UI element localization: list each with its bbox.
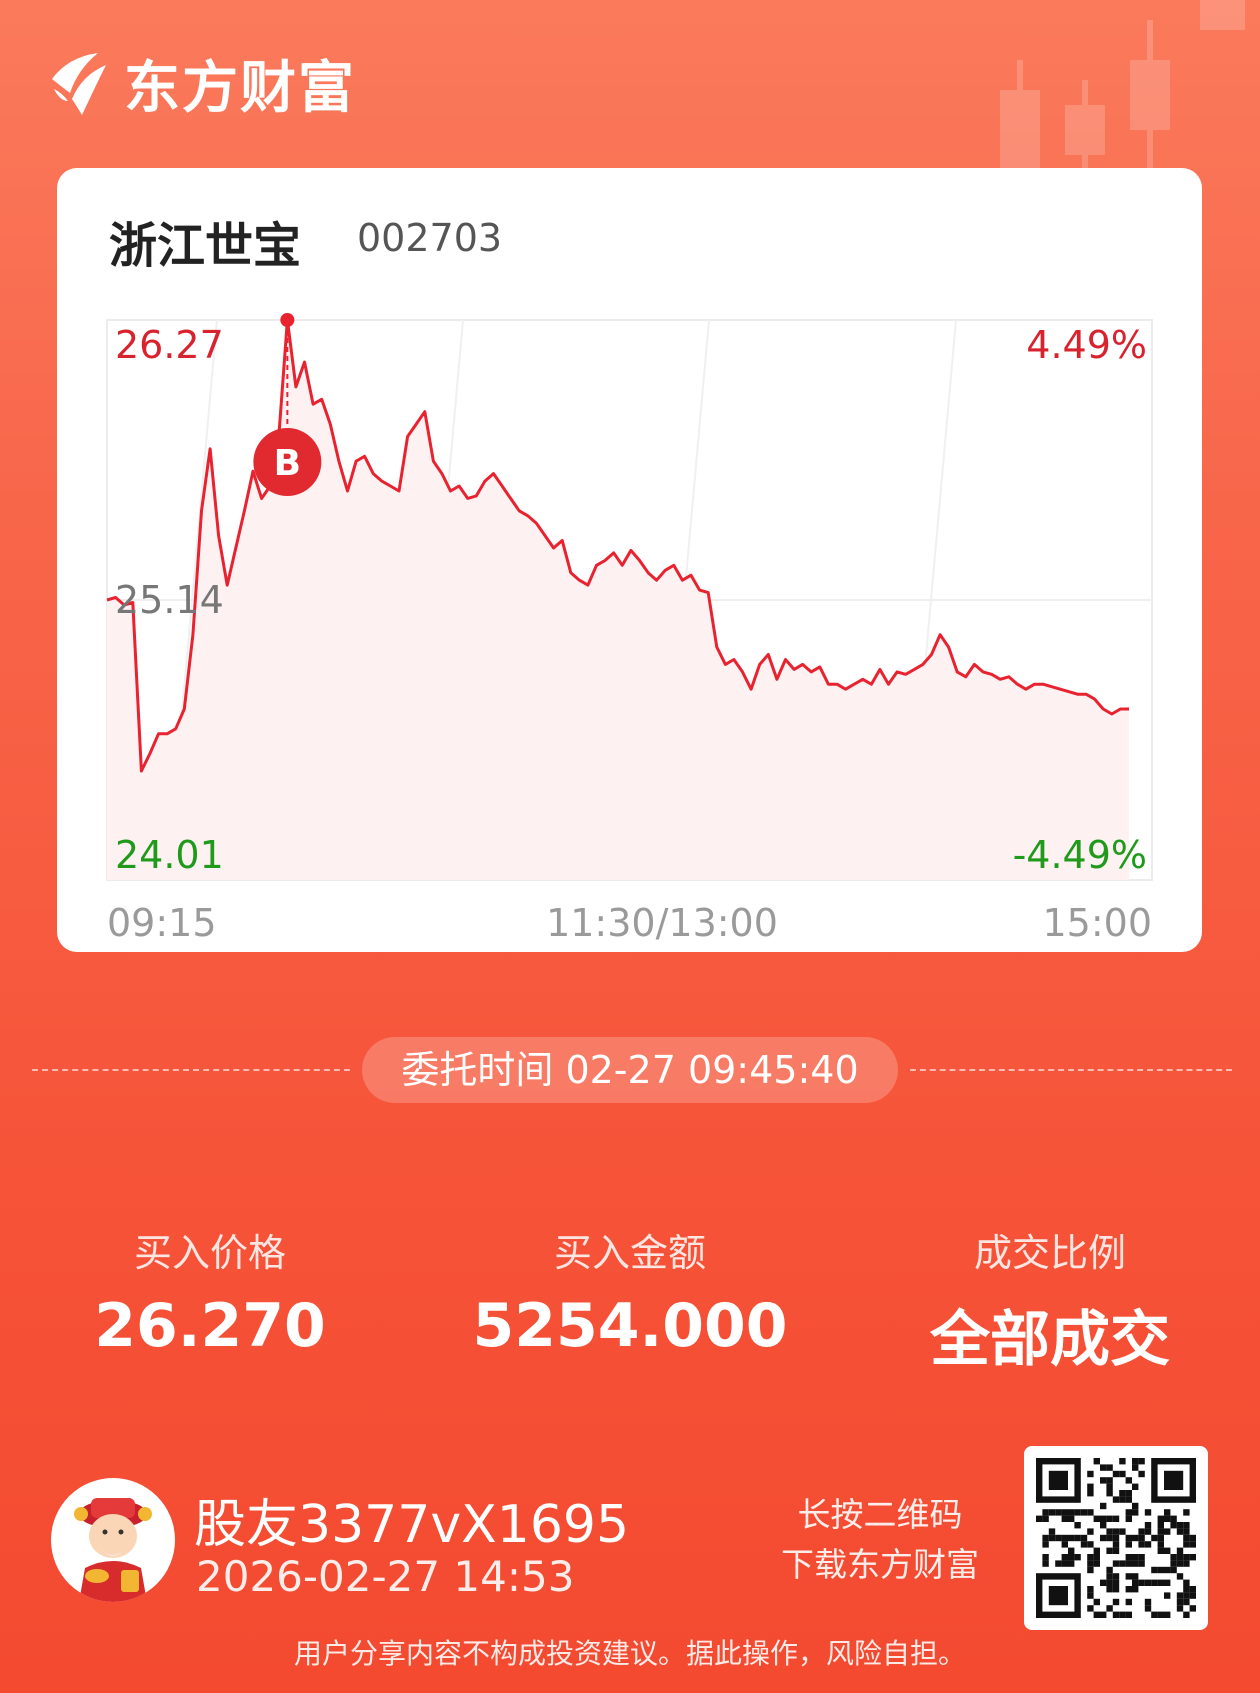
user-nickname: 股友3377vX1695 [194, 1495, 630, 1555]
pct-label-low: -4.49% [1013, 833, 1147, 877]
dashed-divider-right [910, 1069, 1232, 1071]
pct-label-high: 4.49% [1026, 323, 1147, 367]
user-avatar [51, 1478, 175, 1602]
stat-buy-price: 买入价格 26.270 [10, 1222, 410, 1361]
y-label-high: 26.27 [115, 323, 224, 367]
qr-hint: 长按二维码 下载东方财富 [760, 1490, 1000, 1590]
stock-chart-card: 浙江世宝 002703 B 26.27 25.14 24.01 4.49% -4.49% 0… [57, 168, 1202, 952]
risk-disclaimer: 用户分享内容不构成投资建议。据此操作，风险自担。 [293, 1637, 966, 1670]
east-money-logo-icon [52, 53, 106, 115]
download-qr-code[interactable] [1024, 1446, 1208, 1630]
stat-value: 26.270 [94, 1291, 326, 1361]
stat-fill-ratio: 成交比例 全部成交 [850, 1222, 1250, 1378]
stat-value: 全部成交 [930, 1305, 1170, 1375]
share-timestamp: 2026-02-27 14:53 [196, 1552, 575, 1601]
dashed-divider-left [32, 1069, 350, 1071]
stat-buy-amount: 买入金额 5254.000 [430, 1222, 830, 1361]
stat-label: 买入价格 [133, 1231, 286, 1275]
x-label-open: 09:15 [107, 901, 217, 945]
x-label-close: 15:00 [1042, 901, 1152, 945]
buy-marker-label: B [274, 443, 301, 484]
order-time-pill: 委托时间 02-27 09:45:40 [362, 1037, 898, 1103]
x-label-midday: 11:30/13:00 [546, 901, 778, 945]
qr-hint-line-2: 下载东方财富 [781, 1545, 979, 1584]
stat-label: 买入金额 [553, 1231, 706, 1275]
stat-label: 成交比例 [973, 1231, 1126, 1275]
stat-value: 5254.000 [472, 1291, 788, 1361]
y-label-base: 25.14 [115, 578, 224, 622]
intraday-price-chart: B 26.27 25.14 24.01 4.49% -4.49% 09:15 11:30/13… [106, 313, 1153, 945]
qr-hint-line-1: 长按二维码 [797, 1495, 963, 1534]
y-label-low: 24.01 [115, 833, 224, 877]
brand-name: 东方财富 [124, 55, 356, 121]
brand-logo: 东方财富 [48, 48, 356, 121]
god-of-wealth-avatar-icon [74, 1498, 152, 1602]
